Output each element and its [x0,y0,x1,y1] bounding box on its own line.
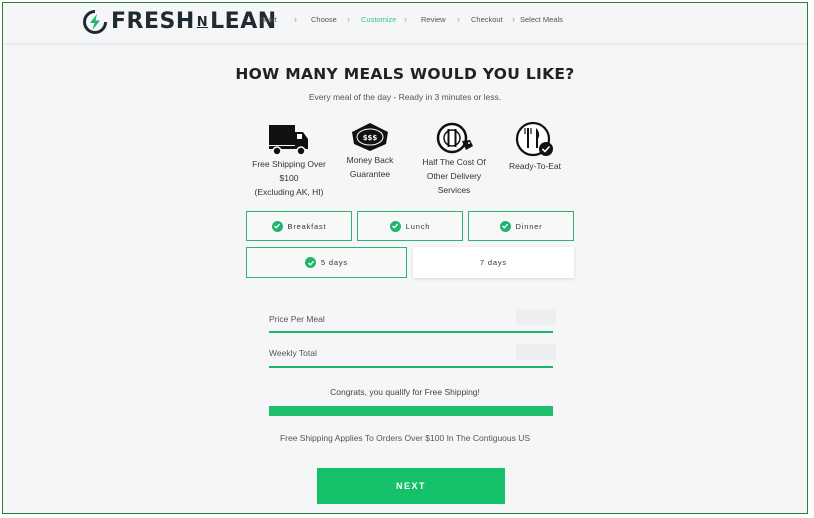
feature-line: Money Back [346,155,394,165]
feature-line: Services [437,185,471,195]
page-title: HOW MANY MEALS WOULD YOU LIKE? [235,65,575,83]
chevron-right-icon: › [512,14,515,24]
divider [269,331,553,333]
free-shipping-congrats: Congrats, you qualify for Free Shipping! [330,387,480,397]
step-choose[interactable]: Choose [311,15,337,24]
badge-text: $$$ [363,134,378,142]
progress-fill [269,406,553,416]
step-select-meals[interactable]: Select Meals [520,15,563,24]
step-customize[interactable]: Customize [361,15,396,24]
check-circle-icon [271,220,283,232]
check-circle-icon [305,257,317,268]
days-option-5[interactable]: 5 days [246,247,407,278]
feature-half-cost: Half The Cost Of Other Delivery Services [409,121,499,197]
days-option-label: 7 days [480,258,507,267]
check-circle-icon [499,220,511,232]
feature-line: Other Delivery [426,171,482,181]
price-per-meal-label: Price Per Meal [269,314,325,324]
feature-ready-to-eat: Ready-To-Eat [495,121,575,173]
meal-option-label: Breakfast [287,221,327,231]
next-button[interactable]: NEXT [317,468,505,504]
chevron-right-icon: › [347,14,350,24]
feature-money-back: $$$ Money Back Guarantee [333,121,407,181]
feature-line: Ready-To-Eat [509,161,561,171]
chevron-right-icon: › [457,14,460,24]
step-checkout[interactable]: Checkout [471,15,503,24]
page-subtitle: Every meal of the day - Ready in 3 minut… [308,92,502,102]
header: FRESH NLEAN Start › Choose › Customize › … [3,3,807,44]
logo[interactable]: FRESH NLEAN [83,9,277,34]
delivery-truck-icon [269,125,308,156]
feature-free-shipping: Free Shipping Over $100 (Excluding AK, H… [239,121,339,199]
meal-option-breakfast[interactable]: Breakfast [246,211,352,241]
days-option-7[interactable]: 7 days [413,247,574,278]
days-option-label: 5 days [321,258,348,267]
feature-line: $100 [279,173,299,183]
feature-note: (Excluding AK, HI) [254,187,324,197]
divider [269,366,553,368]
money-back-badge-icon: $$$ [352,123,388,151]
free-shipping-progress [269,406,553,416]
chevron-right-icon: › [294,14,297,24]
plate-cutlery-check-icon [515,121,553,157]
step-review[interactable]: Review [421,15,446,24]
meal-option-dinner[interactable]: Dinner [468,211,574,241]
check-circle-icon [389,220,401,232]
price-per-meal-value [516,309,556,325]
weekly-total-label: Weekly Total [269,348,317,358]
step-start[interactable]: Start [261,15,277,24]
weekly-total-value [516,344,556,360]
plate-price-tag-icon [436,122,473,154]
chevron-right-icon: › [404,14,407,24]
logo-text: FRESH NLEAN [111,9,277,34]
feature-line: Half The Cost Of [422,157,486,167]
feature-line: Free Shipping Over [252,159,326,169]
meal-option-lunch[interactable]: Lunch [357,211,463,241]
shipping-note: Free Shipping Applies To Orders Over $10… [279,433,531,443]
feature-line: Guarantee [349,169,391,179]
meal-option-label: Lunch [405,221,431,231]
meal-option-label: Dinner [515,221,543,231]
bolt-logo-icon [83,9,107,34]
page-frame: FRESH NLEAN Start › Choose › Customize › … [2,2,808,514]
